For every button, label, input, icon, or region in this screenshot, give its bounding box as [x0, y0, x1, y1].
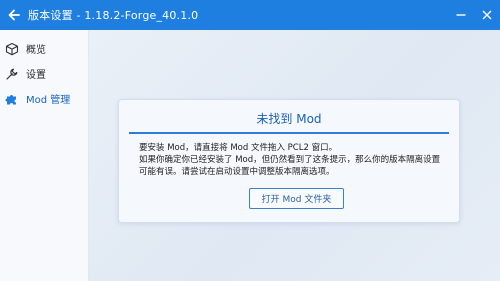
close-button[interactable] [474, 0, 500, 30]
sidebar-item-label: Mod 管理 [26, 95, 71, 106]
minimize-icon [456, 14, 466, 16]
sidebar-item-label: 设置 [26, 70, 46, 81]
sidebar-item-mod-management[interactable]: Mod 管理 [0, 86, 88, 111]
minimize-button[interactable] [448, 0, 474, 30]
message-line: 如果你确定你已经安装了 Mod，但仍然看到了这条提示，那么你的版本隔离设置 [139, 155, 441, 165]
message-line: 要安装 Mod，请直接将 Mod 文件拖入 PCL2 窗口。 [139, 143, 338, 153]
card-message: 要安装 Mod，请直接将 Mod 文件拖入 PCL2 窗口。 如果你确定你已经安… [139, 142, 449, 178]
card-divider [129, 132, 449, 134]
main-content: 未找到 Mod 要安装 Mod，请直接将 Mod 文件拖入 PCL2 窗口。 如… [89, 30, 500, 281]
message-line: 可能有误。请尝试在启动设置中调整版本隔离选项。 [139, 167, 335, 177]
wrench-icon [4, 66, 20, 82]
cube-icon [4, 41, 20, 57]
arrow-left-icon [8, 9, 20, 21]
sidebar-item-overview[interactable]: 概览 [0, 36, 88, 61]
sidebar-item-settings[interactable]: 设置 [0, 61, 88, 86]
sidebar-item-label: 概览 [26, 45, 46, 56]
close-icon [482, 10, 492, 20]
open-mod-folder-button[interactable]: 打开 Mod 文件夹 [249, 188, 344, 209]
back-button[interactable] [0, 0, 28, 30]
sidebar: 概览 设置 Mod 管理 [0, 30, 89, 281]
empty-state-card: 未找到 Mod 要安装 Mod，请直接将 Mod 文件拖入 PCL2 窗口。 如… [118, 99, 460, 223]
card-title: 未找到 Mod [256, 112, 322, 126]
window-title: 版本设置 - 1.18.2-Forge_40.1.0 [28, 9, 199, 22]
puzzle-icon [4, 91, 20, 107]
title-bar: 版本设置 - 1.18.2-Forge_40.1.0 [0, 0, 500, 30]
